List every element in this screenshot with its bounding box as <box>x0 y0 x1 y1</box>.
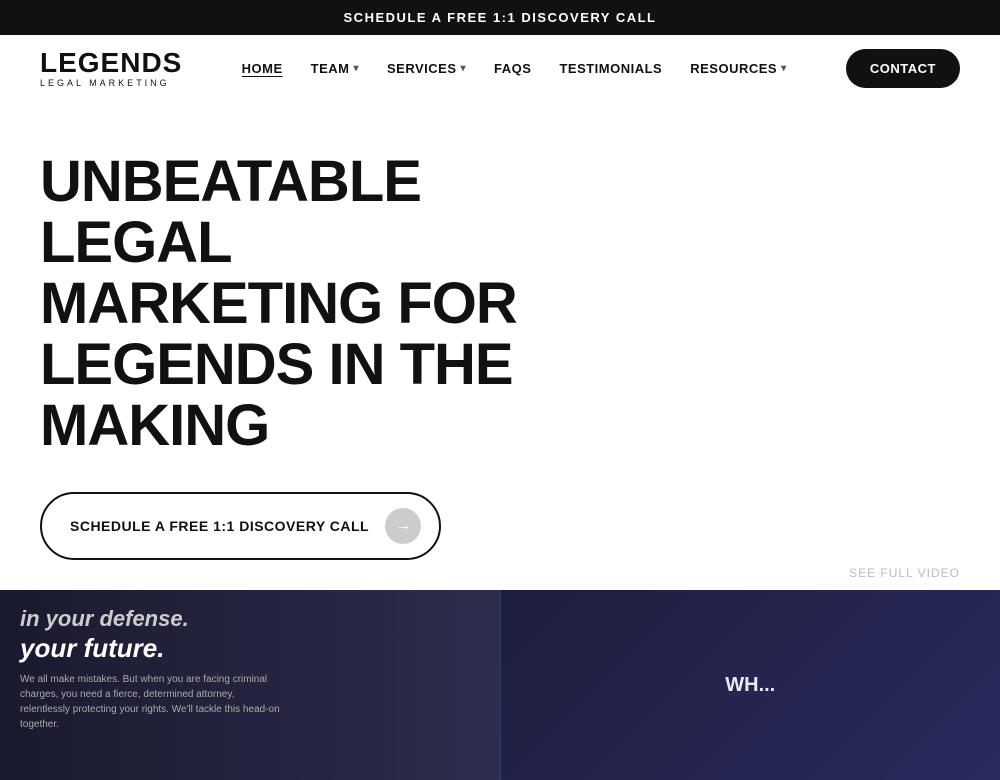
header: LEGENDS LEGAL MARKETING HOME TEAM ▾ SERV… <box>0 35 1000 102</box>
hero-title: UNBEATABLE LEGAL MARKETING FOR LEGENDS I… <box>40 152 520 456</box>
logo[interactable]: LEGENDS LEGAL MARKETING <box>40 49 182 88</box>
hero-cta-text: SCHEDULE A FREE 1:1 DISCOVERY CALL <box>70 518 369 534</box>
hero-cta-button[interactable]: SCHEDULE A FREE 1:1 DISCOVERY CALL → <box>40 492 441 560</box>
nav-item-services[interactable]: SERVICES ▾ <box>387 61 466 76</box>
nav-item-faqs[interactable]: FAQS <box>494 61 531 76</box>
bottom-body-text: We all make mistakes. But when you are f… <box>20 672 280 732</box>
chevron-down-icon: ▾ <box>461 63 467 74</box>
nav-item-testimonials[interactable]: TESTIMONIALS <box>559 61 662 76</box>
contact-button[interactable]: CONTACT <box>846 49 960 88</box>
arrow-right-icon: → <box>385 508 421 544</box>
top-banner[interactable]: SCHEDULE A FREE 1:1 DISCOVERY CALL <box>0 0 1000 35</box>
banner-text: SCHEDULE A FREE 1:1 DISCOVERY CALL <box>344 10 657 25</box>
logo-main-text: LEGENDS <box>40 49 182 77</box>
bottom-right-panel: Wh... <box>501 590 1000 780</box>
bottom-right-label: Wh... <box>725 674 775 697</box>
see-full-video-link[interactable]: SEE FULL VIDEO <box>849 566 960 580</box>
logo-sub-text: LEGAL MARKETING <box>40 79 182 88</box>
nav-item-resources[interactable]: RESOURCES ▾ <box>690 61 786 76</box>
navigation: HOME TEAM ▾ SERVICES ▾ FAQS TESTIMONIALS… <box>242 61 787 76</box>
nav-item-home[interactable]: HOME <box>242 61 283 76</box>
chevron-down-icon: ▾ <box>353 63 359 74</box>
bottom-left-panel: in your defense. your future. We all mak… <box>0 590 500 780</box>
bottom-tagline-1: in your defense. <box>20 606 480 632</box>
bottom-tagline-2: your future. <box>20 633 480 664</box>
bottom-showcase: in your defense. your future. We all mak… <box>0 590 1000 780</box>
nav-item-team[interactable]: TEAM ▾ <box>311 61 359 76</box>
chevron-down-icon: ▾ <box>781 63 787 74</box>
bottom-left-content: in your defense. your future. We all mak… <box>0 590 500 780</box>
hero-section: UNBEATABLE LEGAL MARKETING FOR LEGENDS I… <box>0 102 1000 590</box>
